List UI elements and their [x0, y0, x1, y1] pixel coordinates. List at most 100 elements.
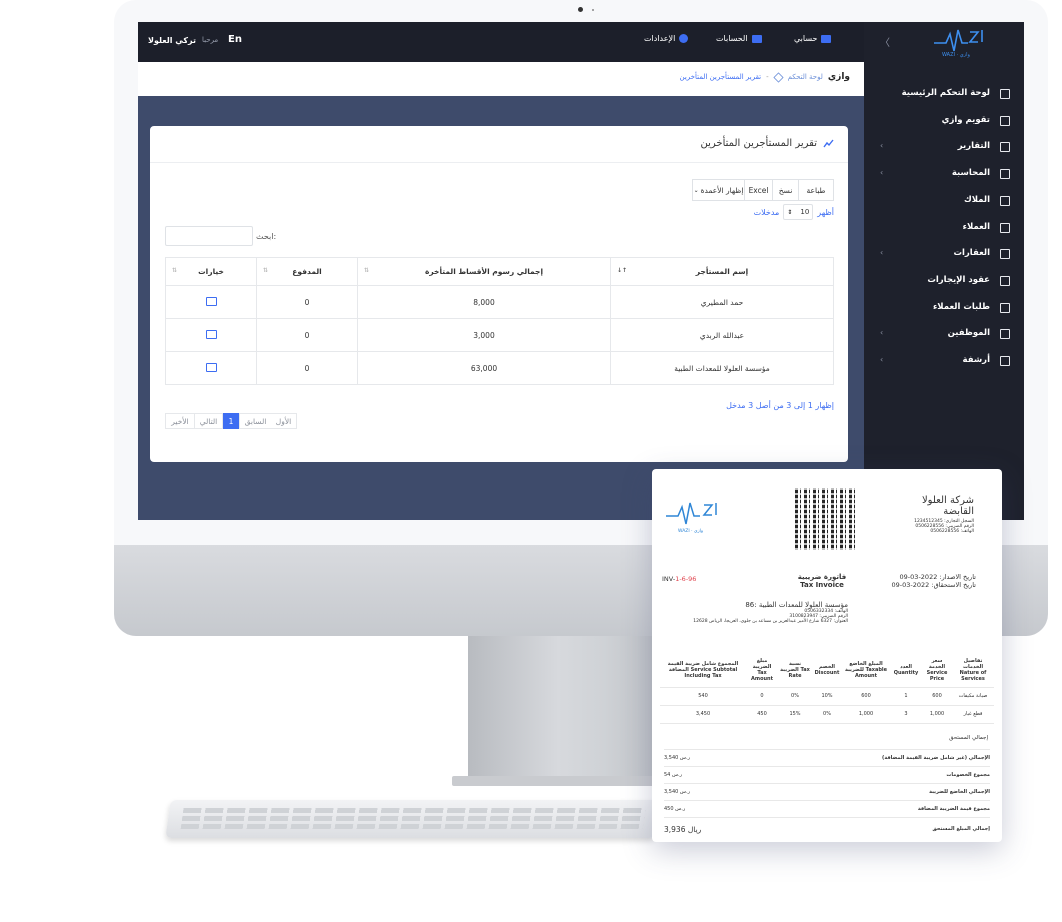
table-row: 0 3,000 عبدالله الربدي	[165, 318, 834, 352]
sidebar-item[interactable]: العملاء	[864, 216, 1024, 242]
company-block: شركة العلولا القابضة السجل التجاري: 1234…	[894, 495, 974, 534]
pagination-first[interactable]: الأول	[271, 413, 297, 429]
summary-row: 3,540 ر.س الإجمالي (غير شامل ضريبة القيم…	[664, 749, 990, 766]
column-header-paid-label: المدفوع	[292, 267, 322, 276]
entries-select[interactable]: ⇕ 10	[783, 204, 814, 220]
chevron-left-icon: ‹	[880, 248, 884, 258]
summary-row: 450 ر.س مجموع قيمة الضريبة المضافة	[664, 800, 990, 817]
sidebar-item-label: عقود الإيجارات	[927, 274, 990, 285]
app-screen: تركي العلولا مرحبا En الإعدادات الحسابات…	[138, 22, 1024, 520]
sidebar-item-label: أرشفة	[962, 355, 990, 365]
item-price: 600	[932, 693, 942, 699]
language-toggle[interactable]: En	[228, 34, 242, 45]
header-tax-amount: مبلغ الضريبة Tax Amount	[750, 657, 774, 682]
view-details-icon[interactable]	[205, 362, 217, 372]
breadcrumb-separator: -	[766, 73, 769, 81]
tax-invoice: شركة العلولا القابضة السجل التجاري: 1234…	[652, 469, 1002, 842]
tenant-name-cell: حمد المطيري	[610, 285, 834, 319]
item-tax: 0	[760, 693, 764, 699]
sort-icon: ⇕	[787, 208, 793, 216]
header-service: تفاصيل الخدمات Nature of Services	[959, 657, 987, 682]
column-header-late-fees[interactable]: إجمالي رسوم الأقساط المتأخرة ⇅	[357, 257, 611, 286]
excel-button[interactable]: Excel	[744, 179, 772, 201]
view-details-icon[interactable]	[205, 329, 217, 339]
collapse-chevron-icon[interactable]: 〈	[880, 34, 890, 49]
sidebar-item[interactable]: ‹ الموظفين	[864, 322, 1024, 348]
sidebar-item-label: طلبات العملاء	[932, 301, 990, 312]
contract-icon	[1000, 275, 1010, 286]
sidebar-item[interactable]: عقود الإيجارات	[864, 269, 1024, 295]
pagination-page-1[interactable]: 1	[223, 413, 239, 429]
tenant-name-cell: مؤسسة العلولا للمعدات الطبية	[610, 351, 834, 385]
logo-caption: WAZI · وازي	[678, 529, 704, 534]
invoice-title: فاتورة ضريبية Tax Invoice	[792, 573, 852, 589]
item-subtotal: 540	[698, 693, 708, 699]
my-account-menu[interactable]: حسابي	[794, 34, 832, 43]
options-cell	[165, 318, 257, 352]
briefcase-icon	[751, 34, 762, 43]
pagination-next[interactable]: التالي	[195, 413, 223, 429]
chevron-left-icon: ‹	[880, 328, 884, 338]
breadcrumb-home[interactable]: لوحة التحكم	[788, 73, 823, 81]
table-info: إظهار 1 إلى 3 من أصل 3 مدخل	[726, 401, 834, 410]
sidebar-item[interactable]: لوحة التحكم الرئيسية	[864, 82, 1024, 108]
final-amount: 3,936 ريال	[664, 824, 702, 834]
summary-label: الإجمالي (غير شامل ضريبة القيمة المضافة)	[882, 755, 990, 761]
item-service: قطع غيار	[963, 711, 983, 717]
show-label: أظهر	[817, 207, 834, 217]
item-price: 1,000	[929, 711, 945, 717]
pagination-prev[interactable]: السابق	[239, 413, 271, 429]
header-tax-rate: نسبة الضريبة Tax Rate	[780, 660, 810, 679]
column-visibility-button[interactable]: إظهار الأعمدة ⌄	[692, 179, 744, 201]
summary-label: الإجمالي الخاضع للضريبة	[929, 789, 990, 795]
sidebar-item[interactable]: ‹ أرشفة	[864, 349, 1024, 375]
column-header-options[interactable]: خيارات ⇅	[165, 257, 257, 286]
options-cell	[165, 351, 257, 385]
view-details-icon[interactable]	[205, 296, 217, 306]
settings-menu[interactable]: الإعدادات	[644, 34, 689, 43]
sidebar-item[interactable]: ‹ العقارات	[864, 242, 1024, 268]
camera-sensor	[592, 9, 594, 11]
summary-value: 54 ر.س	[664, 772, 683, 778]
my-account-label: حسابي	[794, 34, 818, 43]
column-header-paid[interactable]: المدفوع ⇅	[256, 257, 358, 286]
sidebar-item-label: العقارات	[953, 248, 990, 259]
breadcrumb-current: تقرير المستأجرين المتأخرين	[679, 73, 762, 81]
summary-label: مجموع الخصومات	[946, 772, 990, 778]
invoice-number-value: 1-6-96	[675, 575, 697, 583]
column-header-tenant-name[interactable]: إسم المستأجر ↓↑	[610, 257, 834, 286]
options-cell	[165, 285, 257, 319]
invoice-title-ar: فاتورة ضريبية	[797, 573, 847, 581]
sort-icon: ⇅	[172, 267, 178, 274]
header-service-price: سعر الخدمة Service Price	[926, 657, 948, 682]
print-button[interactable]: طباعة	[798, 179, 834, 201]
sidebar-item[interactable]: الملاك	[864, 189, 1024, 215]
invoice-number: INV-1-6-96	[662, 575, 696, 583]
user-name[interactable]: تركي العلولا	[148, 36, 196, 45]
sidebar-item[interactable]: تقويم وازي	[864, 109, 1024, 135]
company-name: شركة العلولا القابضة	[921, 495, 974, 517]
accounts-menu[interactable]: الحسابات	[716, 34, 762, 43]
paid-cell: 0	[256, 318, 358, 352]
chart-line-icon	[823, 139, 834, 148]
chevron-left-icon: ‹	[880, 141, 884, 151]
copy-button[interactable]: نسخ	[772, 179, 798, 201]
column-header-tenant-name-label: إسم المستأجر	[695, 267, 749, 276]
sidebar-item-label: تقويم وازي	[941, 114, 990, 125]
paid-cell: 0	[256, 285, 358, 319]
final-amount-label: إجمالي المبلغ المستحق	[932, 826, 990, 832]
summary-label: مجموع قيمة الضريبة المضافة	[917, 806, 990, 812]
item-taxable: 1,000	[858, 711, 874, 717]
pagination-last[interactable]: الأخير	[165, 413, 195, 429]
sidebar-item[interactable]: ‹ التقارير	[864, 135, 1024, 161]
table-row: 3,450 450 15% 0% 1,000 3 1,000 قطع غيار	[660, 705, 994, 723]
card-title: تقرير المستأجرين المتأخرين	[700, 138, 817, 149]
column-header-options-label: خيارات	[198, 267, 224, 276]
sidebar-item[interactable]: طلبات العملاء	[864, 296, 1024, 322]
search-input[interactable]	[165, 226, 253, 246]
wrench-icon	[1000, 302, 1010, 313]
employee-icon	[1000, 329, 1010, 340]
sort-asc-icon: ↓↑	[617, 267, 628, 274]
invoice-number-prefix: INV-	[662, 575, 676, 583]
sidebar-item[interactable]: ‹ المحاسبة	[864, 162, 1024, 188]
